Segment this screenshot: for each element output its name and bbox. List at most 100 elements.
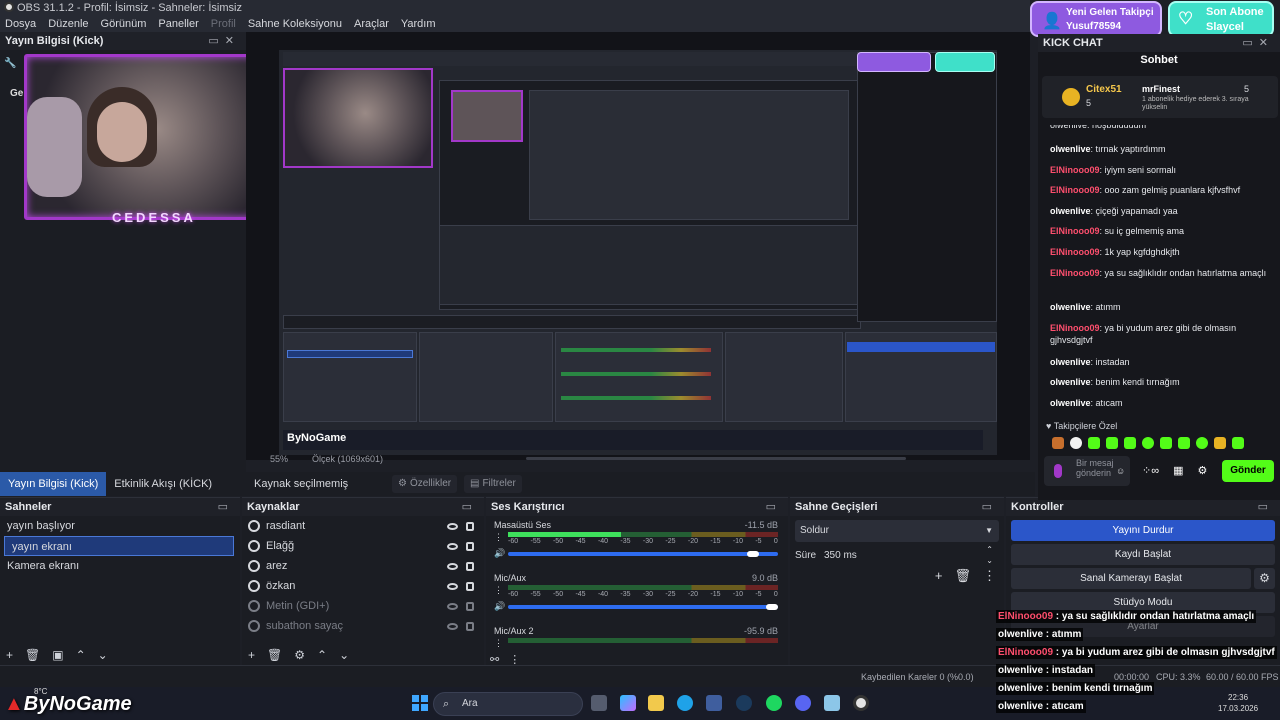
add-icon[interactable]: + xyxy=(248,648,255,662)
emote-icon[interactable] xyxy=(1052,437,1064,449)
chevron-down-icon[interactable]: ⌄ xyxy=(98,648,108,662)
lock-icon[interactable] xyxy=(466,621,474,631)
eye-off-icon[interactable] xyxy=(447,602,458,610)
store-icon[interactable]: ▦ xyxy=(1173,464,1183,477)
chat-username[interactable]: olwenlive xyxy=(1050,206,1091,216)
chat-username[interactable]: ElNinooo09 xyxy=(1050,268,1100,278)
obs-icon[interactable] xyxy=(853,695,869,711)
spotify-icon[interactable] xyxy=(766,695,782,711)
emote-icon[interactable] xyxy=(1178,437,1190,449)
stop-stream-button[interactable]: Yayını Durdur xyxy=(1011,520,1275,541)
app-icon[interactable] xyxy=(824,695,840,711)
emote-icon[interactable] xyxy=(1070,437,1082,449)
properties-button[interactable]: ⚙ Özellikler xyxy=(392,475,458,493)
source-row[interactable]: subathon sayaç xyxy=(242,616,484,636)
scene-item[interactable]: yayın başlıyor xyxy=(0,516,240,536)
discord-icon[interactable] xyxy=(795,695,811,711)
lock-icon[interactable] xyxy=(466,581,474,591)
virtual-camera-button[interactable]: Sanal Kamerayı Başlat xyxy=(1011,568,1251,589)
volume-knob[interactable] xyxy=(766,604,778,610)
task-view-icon[interactable] xyxy=(591,695,607,711)
windows-start-icon[interactable] xyxy=(412,695,428,711)
steam-icon[interactable] xyxy=(736,695,752,711)
tab-event-feed[interactable]: Etkinlik Akışı (KİCK) xyxy=(106,472,220,496)
chat-username[interactable]: ElNinooo09 xyxy=(1050,165,1100,175)
eye-off-icon[interactable] xyxy=(447,622,458,630)
emote-icon[interactable] xyxy=(1142,437,1154,449)
scene-item[interactable]: Kamera ekranı xyxy=(0,556,240,576)
eye-icon[interactable] xyxy=(447,522,458,530)
chat-username[interactable]: olwenlive xyxy=(1050,144,1091,154)
chevron-up-icon[interactable]: ⌃ xyxy=(76,648,86,662)
dock-menu-icon[interactable]: ▭ xyxy=(766,498,788,516)
eye-icon[interactable] xyxy=(447,542,458,550)
dock-menu-icon[interactable]: ▭ xyxy=(982,498,1004,516)
tab-stream-info[interactable]: Yayın Bilgisi (Kick) xyxy=(0,472,107,496)
emote-icon[interactable] xyxy=(1232,437,1244,449)
menu-duzenle[interactable]: Düzenle xyxy=(48,16,88,32)
chat-username[interactable]: ElNinooo09 xyxy=(1050,185,1100,195)
emote-icon[interactable] xyxy=(1214,437,1226,449)
scene-item-selected[interactable]: yayın ekranı xyxy=(4,536,234,556)
speaker-icon[interactable]: 🔊 xyxy=(494,548,505,559)
more-vertical-icon[interactable]: ⋮ xyxy=(983,568,996,584)
lock-icon[interactable] xyxy=(466,521,474,531)
menu-yardim[interactable]: Yardım xyxy=(401,16,436,32)
menu-gorunum[interactable]: Görünüm xyxy=(101,16,147,32)
chat-username[interactable]: olwenlive xyxy=(1050,302,1091,312)
menu-paneller[interactable]: Paneller xyxy=(158,16,198,32)
filters-button[interactable]: ▤ Filtreler xyxy=(464,475,522,493)
transition-select[interactable]: Soldur ▼ xyxy=(795,520,999,542)
file-explorer-icon[interactable] xyxy=(648,695,664,711)
points-icon[interactable]: ⁘∞ xyxy=(1142,464,1159,477)
duration-input[interactable]: 350 ms ⌃ ⌄ xyxy=(818,544,999,566)
trash-icon[interactable]: 🗑 xyxy=(25,648,40,662)
wrench-icon[interactable]: 🔧 xyxy=(4,58,18,69)
more-vertical-icon[interactable]: ⋮ xyxy=(494,638,503,649)
source-row[interactable]: özkan xyxy=(242,576,484,596)
chat-input[interactable]: Bir mesaj gönderin ☺ xyxy=(1044,456,1130,486)
dock-menu-icon[interactable]: ▭ xyxy=(1258,498,1280,516)
eye-icon[interactable] xyxy=(447,562,458,570)
dock-float-close-icons[interactable]: ▭✕ xyxy=(208,32,246,50)
source-row[interactable]: arez xyxy=(242,556,484,576)
chevron-down-icon[interactable]: ⌄ xyxy=(339,648,349,662)
dock-menu-icon[interactable]: ▭ xyxy=(462,498,484,516)
emote-icon[interactable] xyxy=(1106,437,1118,449)
chat-username[interactable]: ElNinooo09 xyxy=(1050,247,1100,257)
chat-username[interactable]: ElNinooo09 xyxy=(1050,226,1100,236)
menu-profil[interactable]: Profil xyxy=(211,16,236,32)
volume-knob[interactable] xyxy=(747,551,760,557)
preview-canvas[interactable]: ByNoGame xyxy=(279,50,997,455)
menu-sahne-koleksiyonu[interactable]: Sahne Koleksiyonu xyxy=(248,16,342,32)
lock-icon[interactable] xyxy=(466,601,474,611)
chat-username[interactable]: ElNinooo09 xyxy=(1050,323,1100,333)
chat-username[interactable]: olwenlive xyxy=(1050,377,1091,387)
speaker-icon[interactable]: 🔊 xyxy=(494,601,505,612)
copilot-icon[interactable] xyxy=(620,695,636,711)
emote-icon[interactable] xyxy=(1088,437,1100,449)
source-row[interactable]: Elağğ xyxy=(242,536,484,556)
volume-slider[interactable] xyxy=(508,604,778,610)
zoom-level[interactable]: 55% xyxy=(270,454,288,464)
spin-arrows-icon[interactable]: ⌃ ⌄ xyxy=(986,544,993,566)
trash-icon[interactable]: 🗑 xyxy=(954,568,971,584)
chevron-up-icon[interactable]: ⌃ xyxy=(317,648,327,662)
more-vertical-icon[interactable]: ⋮ xyxy=(494,532,503,543)
taskbar-search[interactable]: ⌕ Ara xyxy=(433,692,583,716)
emote-icon[interactable] xyxy=(1124,437,1136,449)
lock-icon[interactable] xyxy=(466,541,474,551)
more-vertical-icon[interactable]: ⋮ xyxy=(509,653,520,666)
dock-float-close-icons[interactable]: ▭✕ xyxy=(1242,34,1280,52)
send-button[interactable]: Gönder xyxy=(1222,460,1274,482)
edge-icon[interactable] xyxy=(677,695,693,711)
chat-username[interactable]: olwenlive xyxy=(1050,398,1091,408)
preview-scrollbar[interactable] xyxy=(526,457,906,460)
add-icon[interactable]: + xyxy=(935,568,943,584)
source-row[interactable]: rasdiant xyxy=(242,516,484,536)
lock-icon[interactable] xyxy=(466,561,474,571)
eye-icon[interactable] xyxy=(447,582,458,590)
menu-dosya[interactable]: Dosya xyxy=(5,16,36,32)
volume-slider[interactable] xyxy=(508,551,778,557)
dock-menu-icon[interactable]: ▭ xyxy=(218,498,240,516)
